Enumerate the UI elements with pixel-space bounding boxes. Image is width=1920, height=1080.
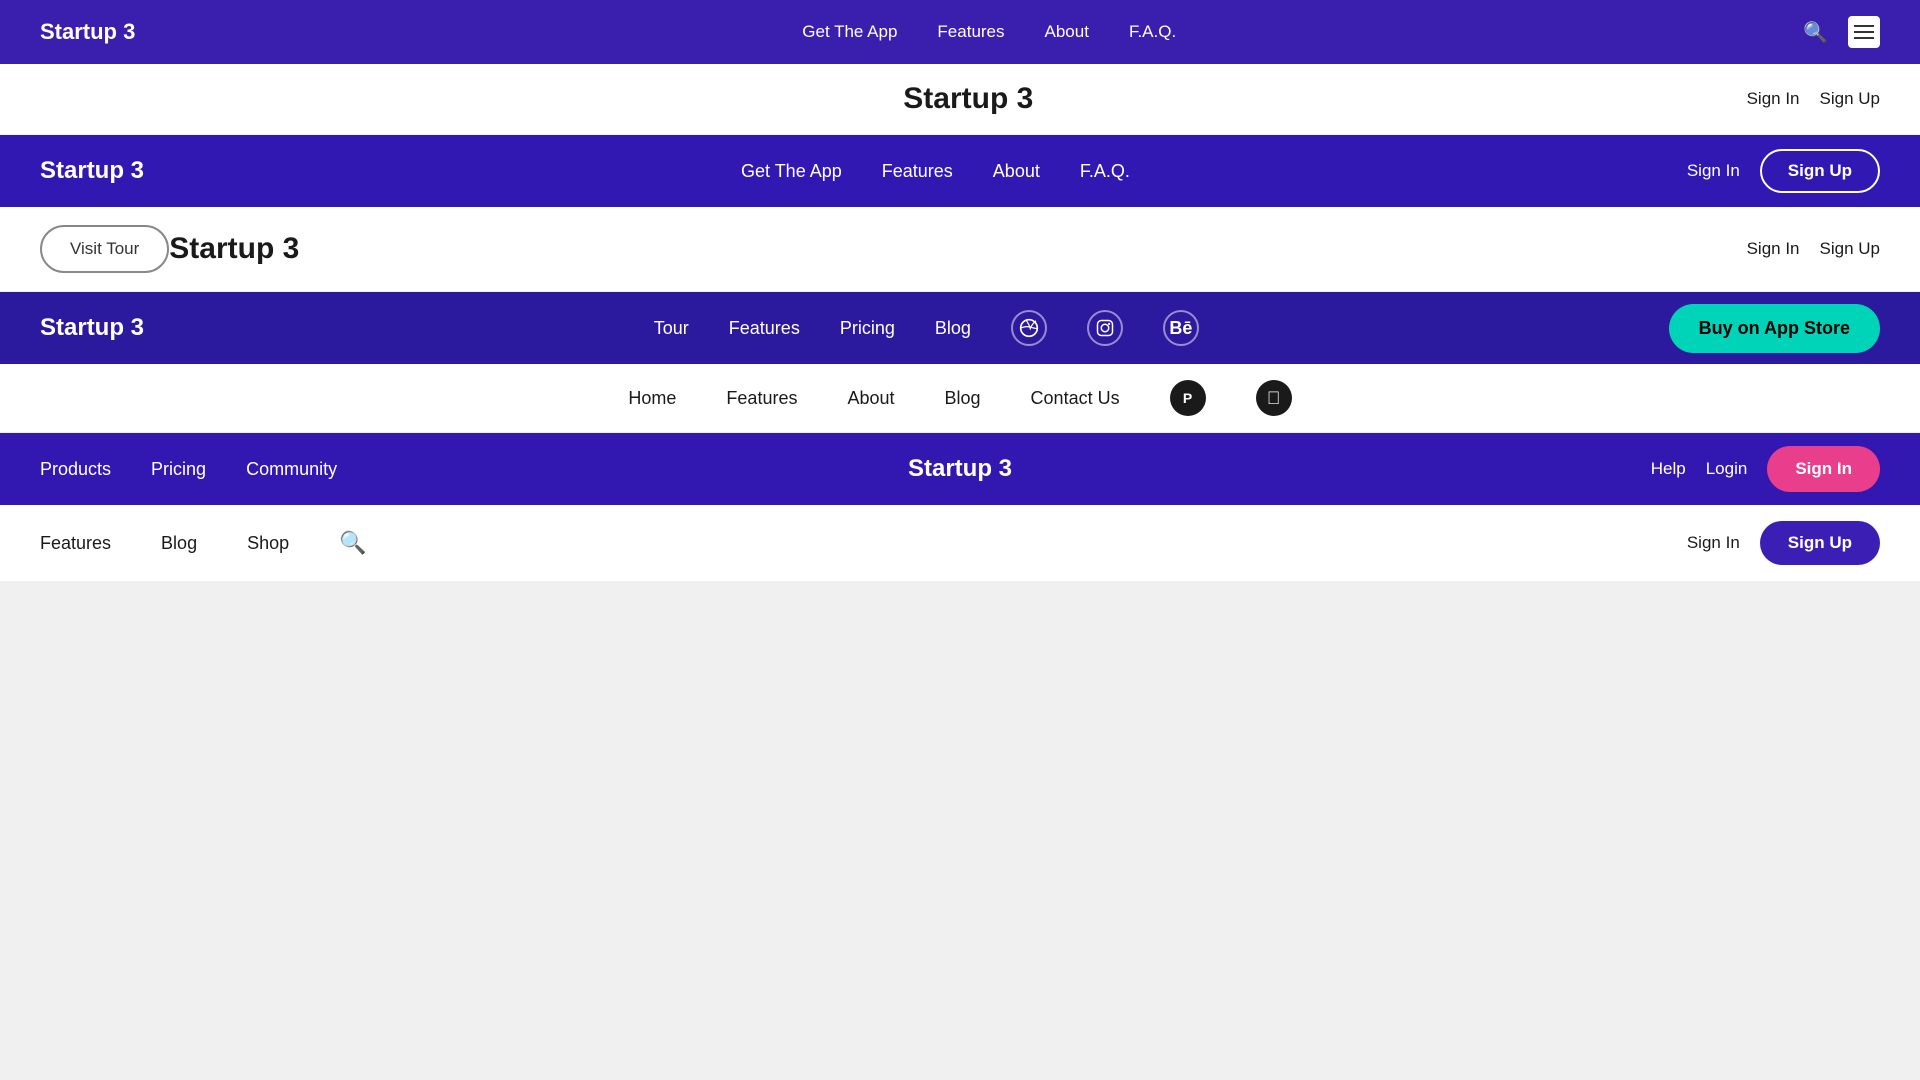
section-title-2: Startup 3 [169, 232, 299, 266]
login-link-4[interactable]: Login [1706, 459, 1748, 479]
nav-right-4: Help Login Sign In [1651, 446, 1880, 492]
content-right-2: Sign In Sign Up [1747, 239, 1880, 259]
navbar-3: Startup 3 Tour Features Pricing Blog Bē … [0, 292, 1920, 364]
dribbble-icon-3[interactable] [1011, 310, 1047, 346]
sign-up-link-3[interactable]: Sign Up [1820, 239, 1880, 259]
nav-link-contact-us-4[interactable]: Contact Us [1031, 388, 1120, 409]
nav-links-2: Get The App Features About F.A.Q. [184, 161, 1687, 182]
nav-link-faq-2[interactable]: F.A.Q. [1080, 161, 1130, 182]
visit-tour-btn-1[interactable]: Visit Tour [40, 225, 169, 273]
sign-up-btn-2[interactable]: Sign Up [1760, 149, 1880, 193]
content-section-3: Home Features About Blog Contact Us P  [0, 364, 1920, 433]
section-title-1: Startup 3 [190, 82, 1747, 116]
nav-link-features-1[interactable]: Features [937, 22, 1004, 42]
nav-link-about-2[interactable]: About [993, 161, 1040, 182]
content-right-1: Sign In Sign Up [1747, 89, 1880, 109]
sign-in-btn-4[interactable]: Sign In [1767, 446, 1880, 492]
nav-links-1: Get The App Features About F.A.Q. [175, 22, 1803, 42]
sign-in-link-1[interactable]: Sign In [1747, 89, 1800, 109]
nav-link-pricing-3[interactable]: Pricing [840, 318, 895, 339]
nav-right-3: Buy on App Store [1669, 304, 1880, 353]
nav-link-faq-1[interactable]: F.A.Q. [1129, 22, 1176, 42]
nav-link-blog-3[interactable]: Blog [935, 318, 971, 339]
nav-link-features-4[interactable]: Features [726, 388, 797, 409]
content-section-1: Startup 3 Sign In Sign Up [0, 64, 1920, 135]
nav-link-shop-5[interactable]: Shop [247, 533, 289, 554]
nav-links-3: Tour Features Pricing Blog Bē [184, 310, 1669, 346]
navbar-2: Startup 3 Get The App Features About F.A… [0, 135, 1920, 207]
sign-up-btn-5[interactable]: Sign Up [1760, 521, 1880, 565]
navbar-4: Products Pricing Community Startup 3 Hel… [0, 433, 1920, 505]
navbar-1: Startup 3 Get The App Features About F.A… [0, 0, 1920, 64]
nav-right-2: Sign In Sign Up [1687, 149, 1880, 193]
brand-3[interactable]: Startup 3 [40, 314, 144, 342]
sign-in-link-5[interactable]: Sign In [1687, 533, 1740, 553]
brand-4[interactable]: Startup 3 [908, 455, 1012, 483]
sign-in-link-2[interactable]: Sign In [1687, 161, 1740, 181]
search-icon-1[interactable]: 🔍 [1803, 20, 1828, 45]
help-link-4[interactable]: Help [1651, 459, 1686, 479]
nav-link-get-the-app-2[interactable]: Get The App [741, 161, 842, 182]
nav-link-features-5[interactable]: Features [40, 533, 111, 554]
content-section-4: Features Blog Shop 🔍 Sign In Sign Up [0, 505, 1920, 581]
menu-icon-1[interactable] [1848, 16, 1880, 48]
nav-link-about-4[interactable]: About [847, 388, 894, 409]
search-icon-5[interactable]: 🔍 [339, 530, 366, 556]
nav-links-4: Products Pricing Community [40, 459, 337, 480]
nav-link-features-2[interactable]: Features [882, 161, 953, 182]
content-section-2: Visit Tour Startup 3 Sign In Sign Up [0, 207, 1920, 292]
nav-link-pricing-4[interactable]: Pricing [151, 459, 206, 480]
content-right-4: Sign In Sign Up [1687, 521, 1880, 565]
apple-icon[interactable]:  [1256, 380, 1292, 416]
brand-2[interactable]: Startup 3 [40, 157, 144, 185]
nav-link-about-1[interactable]: About [1045, 22, 1089, 42]
nav-link-tour-3[interactable]: Tour [654, 318, 689, 339]
brand-1[interactable]: Startup 3 [40, 19, 135, 45]
nav-link-get-the-app-1[interactable]: Get The App [802, 22, 897, 42]
buy-app-store-btn[interactable]: Buy on App Store [1669, 304, 1880, 353]
instagram-icon-3[interactable] [1087, 310, 1123, 346]
bottom-nav-links: Features Blog Shop 🔍 [40, 530, 367, 556]
nav-link-features-3[interactable]: Features [729, 318, 800, 339]
product-hunt-icon[interactable]: P [1170, 380, 1206, 416]
nav-link-blog-5[interactable]: Blog [161, 533, 197, 554]
sign-up-link-1[interactable]: Sign Up [1820, 89, 1880, 109]
nav-right-1: 🔍 [1803, 16, 1880, 48]
nav-link-home-4[interactable]: Home [628, 388, 676, 409]
nav-link-community-4[interactable]: Community [246, 459, 337, 480]
sign-in-link-3[interactable]: Sign In [1747, 239, 1800, 259]
nav-link-products-4[interactable]: Products [40, 459, 111, 480]
nav-link-blog-4[interactable]: Blog [945, 388, 981, 409]
behance-icon-3[interactable]: Bē [1163, 310, 1199, 346]
